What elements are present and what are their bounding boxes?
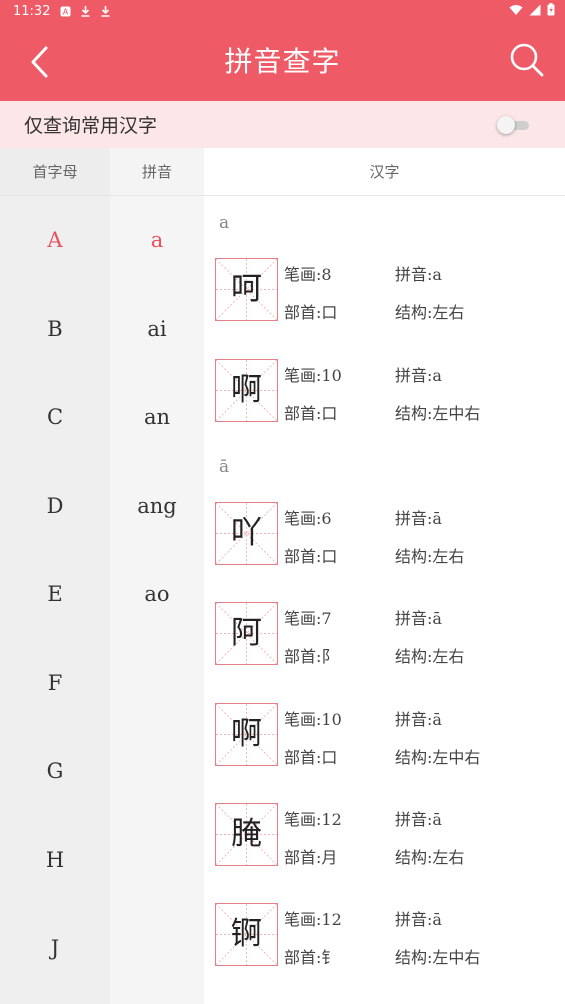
battery-icon	[547, 3, 555, 19]
char-structure: 结构:左右	[395, 848, 465, 867]
char-item[interactable]: 吖 笔画:6 拼音:ā 部首:口 结构:左右	[215, 502, 555, 566]
tianzige-grid: 锕	[215, 903, 278, 966]
pinyin-item-an[interactable]: an	[110, 373, 204, 462]
status-right-icons	[509, 3, 555, 19]
char-item[interactable]: 锕 笔画:12 拼音:ā 部首:钅 结构:左中右	[215, 903, 555, 967]
section-title: ā	[219, 457, 230, 477]
letter-item-b[interactable]: B	[0, 285, 110, 374]
char-radical: 部首:口	[284, 547, 338, 566]
svg-text:A: A	[63, 7, 69, 16]
letter-item-c[interactable]: C	[0, 373, 110, 462]
char-pinyin: 拼音:ā	[395, 810, 442, 829]
pinyin-list[interactable]: a ai an ang ao	[110, 196, 204, 1004]
chevron-left-icon	[31, 46, 48, 78]
character-list[interactable]: a 呵 笔画:8 拼音:a 部首:口 结构:左右 啊 笔画:10 拼音:a 部首…	[204, 196, 565, 1004]
char-radical: 部首:口	[284, 404, 338, 423]
stroke-count: 笔画:10	[284, 710, 342, 729]
tianzige-grid: 吖	[215, 502, 278, 565]
char-item[interactable]: 阿 笔画:7 拼音:ā 部首:阝 结构:左右	[215, 602, 555, 666]
char-structure: 结构:左右	[395, 647, 465, 666]
download-icon	[100, 5, 111, 17]
stroke-count: 笔画:8	[284, 265, 332, 284]
stroke-count: 笔画:6	[284, 509, 332, 528]
char-pinyin: 拼音:ā	[395, 910, 442, 929]
char-radical: 部首:口	[284, 303, 338, 322]
status-bar: 11:32 A	[0, 0, 565, 22]
a-notification-icon: A	[60, 6, 71, 17]
common-chars-toggle[interactable]	[497, 115, 531, 134]
letter-item-h[interactable]: H	[0, 816, 110, 905]
common-chars-filter: 仅查询常用汉字	[0, 101, 565, 148]
char-item[interactable]: 呵 笔画:8 拼音:a 部首:口 结构:左右	[215, 258, 555, 322]
hanzi-char: 吖	[231, 515, 262, 551]
char-radical: 部首:阝	[284, 647, 338, 666]
download-icon	[80, 5, 91, 17]
letter-item-a[interactable]: A	[0, 196, 110, 285]
stroke-count: 笔画:10	[284, 366, 342, 385]
letter-item-d[interactable]: D	[0, 462, 110, 551]
char-item[interactable]: 啊 笔画:10 拼音:ā 部首:口 结构:左中右	[215, 703, 555, 767]
char-structure: 结构:左中右	[395, 948, 481, 967]
filter-label: 仅查询常用汉字	[24, 115, 158, 137]
tianzige-grid: 腌	[215, 803, 278, 866]
letter-item-g[interactable]: G	[0, 727, 110, 816]
back-button[interactable]	[20, 42, 60, 82]
char-structure: 结构:左中右	[395, 748, 481, 767]
hanzi-char: 锕	[231, 916, 262, 952]
char-radical: 部首:钅	[284, 948, 338, 967]
column-headers: 首字母 拼音 汉字	[0, 148, 565, 196]
hanzi-char: 呵	[231, 271, 262, 307]
app-bar: 拼音查字	[0, 22, 565, 101]
letter-list[interactable]: A B C D E F G H J	[0, 196, 110, 1004]
stroke-count: 笔画:12	[284, 910, 342, 929]
hanzi-char: 啊	[231, 716, 262, 752]
search-button[interactable]	[507, 40, 547, 80]
tianzige-grid: 啊	[215, 359, 278, 422]
header-pinyin: 拼音	[110, 148, 204, 195]
char-structure: 结构:左中右	[395, 404, 481, 423]
status-time: 11:32	[13, 3, 51, 19]
letter-item-e[interactable]: E	[0, 550, 110, 639]
tianzige-grid: 啊	[215, 703, 278, 766]
signal-icon	[529, 4, 541, 19]
pinyin-item-ang[interactable]: ang	[110, 462, 204, 551]
page-title: 拼音查字	[224, 45, 341, 78]
pinyin-item-ai[interactable]: ai	[110, 285, 204, 374]
wifi-icon	[509, 4, 523, 19]
search-icon	[510, 43, 544, 77]
letter-item-f[interactable]: F	[0, 639, 110, 728]
char-pinyin: 拼音:a	[395, 366, 442, 385]
char-item[interactable]: 啊 笔画:10 拼音:a 部首:口 结构:左中右	[215, 359, 555, 423]
stroke-count: 笔画:12	[284, 810, 342, 829]
hanzi-char: 阿	[231, 615, 262, 651]
letter-item-j[interactable]: J	[0, 904, 110, 993]
char-radical: 部首:月	[284, 848, 338, 867]
char-item[interactable]: 腌 笔画:12 拼音:ā 部首:月 结构:左右	[215, 803, 555, 867]
header-hanzi: 汉字	[204, 148, 565, 195]
header-initial-letter: 首字母	[0, 148, 110, 195]
section-title: a	[219, 213, 230, 233]
char-structure: 结构:左右	[395, 303, 465, 322]
tianzige-grid: 呵	[215, 258, 278, 321]
pinyin-item-ao[interactable]: ao	[110, 550, 204, 639]
pinyin-item-a[interactable]: a	[110, 196, 204, 285]
char-pinyin: 拼音:ā	[395, 710, 442, 729]
hanzi-char: 腌	[231, 816, 262, 852]
char-pinyin: 拼音:a	[395, 265, 442, 284]
hanzi-char: 啊	[231, 372, 262, 408]
char-radical: 部首:口	[284, 748, 338, 767]
tianzige-grid: 阿	[215, 602, 278, 665]
char-pinyin: 拼音:ā	[395, 609, 442, 628]
char-pinyin: 拼音:ā	[395, 509, 442, 528]
stroke-count: 笔画:7	[284, 609, 332, 628]
toggle-knob	[497, 115, 515, 134]
char-structure: 结构:左右	[395, 547, 465, 566]
